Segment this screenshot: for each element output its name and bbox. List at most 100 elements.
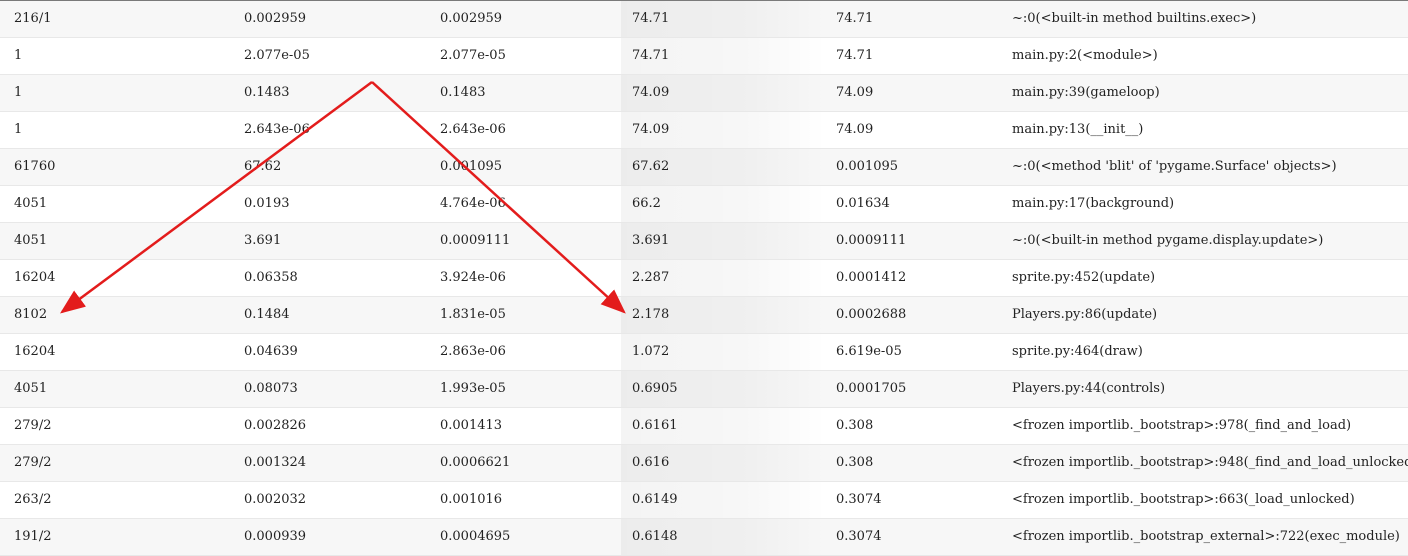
function-cell: <frozen importlib._bootstrap>:948(_find_… (1012, 455, 1408, 470)
tottime-percall-cell: 1.831e-05 (440, 307, 506, 322)
cumtime-percall-cell: 6.619e-05 (836, 344, 902, 359)
tottime-percall-cell: 0.001016 (440, 492, 503, 507)
ncalls-cell: 61760 (14, 159, 56, 174)
table-row[interactable]: 279/2 0.001324 0.0006621 0.616 0.308 <frozen … (0, 445, 1408, 482)
cumtime-percall-cell: 0.3074 (836, 492, 882, 507)
cumtime-percall-cell: 0.308 (836, 418, 874, 433)
function-cell: sprite.py:464(draw) (1012, 344, 1143, 359)
function-cell: Players.py:44(controls) (1012, 381, 1166, 396)
cumtime-cell: 0.6905 (632, 381, 678, 396)
tottime-percall-cell: 4.764e-06 (440, 196, 506, 211)
tottime-percall-cell: 0.0009111 (440, 233, 511, 248)
cumtime-cell: 1.072 (632, 344, 670, 359)
function-cell: main.py:39(gameloop) (1012, 85, 1160, 100)
cumtime-percall-cell: 0.3074 (836, 529, 882, 544)
table-row[interactable]: 279/2 0.002826 0.001413 0.6161 0.308 <frozen … (0, 408, 1408, 445)
function-cell: <frozen importlib._bootstrap>:663(_load_… (1012, 492, 1355, 507)
function-cell: ~:0(<method 'blit' of 'pygame.Surface' o… (1012, 159, 1337, 174)
function-cell: main.py:2(<module>) (1012, 48, 1158, 63)
tottime-percall-cell: 0.1483 (440, 85, 486, 100)
table-row[interactable]: 16204 0.06358 3.924e-06 2.287 0.0001412 sprit… (0, 260, 1408, 297)
ncalls-cell: 279/2 (14, 418, 52, 433)
tottime-cell: 0.001324 (244, 455, 307, 470)
table-row[interactable]: 216/1 0.002959 0.002959 74.71 74.71 ~:0(<buil… (0, 1, 1408, 38)
cumtime-percall-cell: 0.01634 (836, 196, 890, 211)
tottime-percall-cell: 0.0004695 (440, 529, 511, 544)
tottime-percall-cell: 3.924e-06 (440, 270, 506, 285)
table-row[interactable]: 16204 0.04639 2.863e-06 1.072 6.619e-05 sprit… (0, 334, 1408, 371)
table-row[interactable]: 1 0.1483 0.1483 74.09 74.09 main.py:39(gamelo… (0, 75, 1408, 112)
cumtime-cell: 0.6148 (632, 529, 678, 544)
ncalls-cell: 16204 (14, 344, 56, 359)
cumtime-cell: 74.09 (632, 85, 670, 100)
ncalls-cell: 8102 (14, 307, 48, 322)
function-cell: <frozen importlib._bootstrap>:978(_find_… (1012, 418, 1352, 433)
tottime-percall-cell: 1.993e-05 (440, 381, 506, 396)
cumtime-percall-cell: 0.0001705 (836, 381, 907, 396)
cumtime-percall-cell: 74.09 (836, 122, 874, 137)
tottime-percall-cell: 0.001095 (440, 159, 503, 174)
ncalls-cell: 1 (14, 85, 23, 100)
cumtime-percall-cell: 74.71 (836, 11, 874, 26)
tottime-percall-cell: 2.077e-05 (440, 48, 506, 63)
cumtime-percall-cell: 74.09 (836, 85, 874, 100)
function-cell: <frozen importlib._bootstrap_external>:7… (1012, 529, 1400, 544)
table-row[interactable]: 1 2.077e-05 2.077e-05 74.71 74.71 main.py:2(<… (0, 38, 1408, 75)
function-cell: ~:0(<built-in method builtins.exec>) (1012, 11, 1257, 26)
cumtime-cell: 74.71 (632, 48, 670, 63)
table-row[interactable]: 4051 0.08073 1.993e-05 0.6905 0.0001705 Playe… (0, 371, 1408, 408)
cumtime-cell: 0.6161 (632, 418, 678, 433)
table-row[interactable]: 1 2.643e-06 2.643e-06 74.09 74.09 main.py:13(… (0, 112, 1408, 149)
cumtime-cell: 3.691 (632, 233, 670, 248)
cumtime-cell: 0.6149 (632, 492, 678, 507)
tottime-cell: 3.691 (244, 233, 282, 248)
cumtime-percall-cell: 0.0001412 (836, 270, 907, 285)
cumtime-percall-cell: 0.0009111 (836, 233, 907, 248)
tottime-percall-cell: 2.863e-06 (440, 344, 506, 359)
cumtime-cell: 74.71 (632, 11, 670, 26)
cumtime-cell: 0.616 (632, 455, 670, 470)
table-row[interactable]: 4051 3.691 0.0009111 3.691 0.0009111 ~:0(<bui… (0, 223, 1408, 260)
function-cell: main.py:17(background) (1012, 196, 1175, 211)
tottime-cell: 0.002959 (244, 11, 307, 26)
tottime-cell: 0.06358 (244, 270, 298, 285)
profile-stats-table: 216/1 0.002959 0.002959 74.71 74.71 ~:0(<buil… (0, 1, 1408, 556)
cumtime-cell: 66.2 (632, 196, 661, 211)
ncalls-cell: 16204 (14, 270, 56, 285)
table-row[interactable]: 4051 0.0193 4.764e-06 66.2 0.01634 main.py:17… (0, 186, 1408, 223)
table-row[interactable]: 263/2 0.002032 0.001016 0.6149 0.3074 <frozen… (0, 482, 1408, 519)
function-cell: ~:0(<built-in method pygame.display.upda… (1012, 233, 1324, 248)
function-cell: Players.py:86(update) (1012, 307, 1158, 322)
ncalls-cell: 216/1 (14, 11, 52, 26)
ncalls-cell: 4051 (14, 233, 48, 248)
cumtime-cell: 67.62 (632, 159, 670, 174)
tottime-percall-cell: 0.001413 (440, 418, 503, 433)
function-cell: main.py:13(__init__) (1012, 122, 1144, 137)
tottime-cell: 0.1483 (244, 85, 290, 100)
cumtime-percall-cell: 0.308 (836, 455, 874, 470)
cumtime-percall-cell: 74.71 (836, 48, 874, 63)
tottime-percall-cell: 0.002959 (440, 11, 503, 26)
ncalls-cell: 191/2 (14, 529, 52, 544)
ncalls-cell: 4051 (14, 381, 48, 396)
tottime-cell: 0.0193 (244, 196, 290, 211)
tottime-cell: 0.08073 (244, 381, 298, 396)
tottime-cell: 2.643e-06 (244, 122, 310, 137)
table-row[interactable]: 61760 67.62 0.001095 67.62 0.001095 ~:0(<meth… (0, 149, 1408, 186)
tottime-cell: 0.002032 (244, 492, 307, 507)
tottime-cell: 0.04639 (244, 344, 298, 359)
table-row[interactable]: 8102 0.1484 1.831e-05 2.178 0.0002688 Players… (0, 297, 1408, 334)
tottime-cell: 0.000939 (244, 529, 307, 544)
ncalls-cell: 1 (14, 48, 23, 63)
tottime-cell: 0.002826 (244, 418, 307, 433)
tottime-percall-cell: 2.643e-06 (440, 122, 506, 137)
cumtime-cell: 74.09 (632, 122, 670, 137)
tottime-cell: 67.62 (244, 159, 282, 174)
cumtime-percall-cell: 0.0002688 (836, 307, 907, 322)
ncalls-cell: 4051 (14, 196, 48, 211)
ncalls-cell: 279/2 (14, 455, 52, 470)
function-cell: sprite.py:452(update) (1012, 270, 1156, 285)
tottime-percall-cell: 0.0006621 (440, 455, 511, 470)
table-row[interactable]: 191/2 0.000939 0.0004695 0.6148 0.3074 <froze… (0, 519, 1408, 556)
cumtime-cell: 2.178 (632, 307, 670, 322)
